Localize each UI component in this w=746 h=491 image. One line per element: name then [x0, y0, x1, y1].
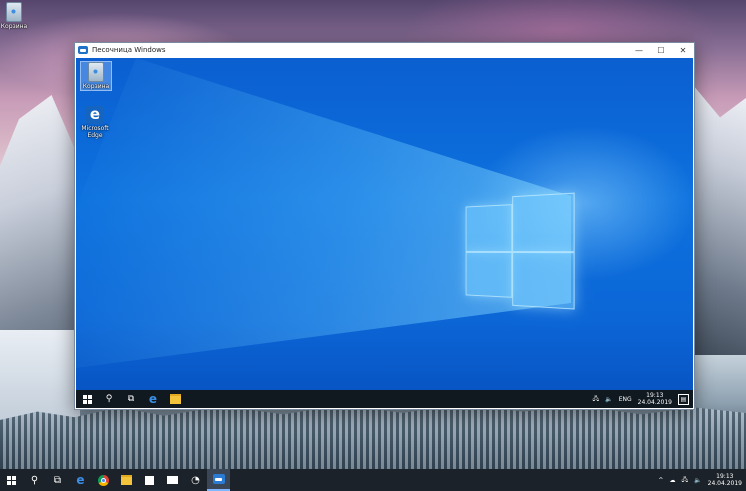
- start-button[interactable]: [0, 469, 23, 491]
- guest-icon-recycle-bin[interactable]: Корзина: [80, 61, 112, 91]
- wallpaper-snowfield: [0, 330, 80, 420]
- language-indicator[interactable]: ENG: [619, 396, 632, 403]
- folder-icon: [121, 475, 132, 485]
- windows-start-icon: [82, 394, 92, 404]
- sandbox-taskbar-button[interactable]: [207, 469, 230, 491]
- clock-time: 19:13: [716, 473, 734, 480]
- edge-taskbar-button[interactable]: e: [142, 390, 164, 408]
- guest-icon-label: Microsoft Edge: [81, 125, 109, 139]
- onedrive-cloud-icon[interactable]: ☁: [669, 477, 675, 484]
- network-icon[interactable]: 🖧: [593, 394, 600, 404]
- file-explorer-button[interactable]: [164, 390, 186, 408]
- edge-icon: e: [86, 106, 104, 124]
- chrome-icon: [98, 474, 109, 486]
- desktop-icon-recycle-bin[interactable]: Корзина: [0, 2, 28, 30]
- guest-clock[interactable]: 19:13 24.04.2019: [638, 392, 672, 406]
- file-explorer-button[interactable]: [115, 469, 138, 491]
- wallpaper-light-beam: [76, 58, 571, 368]
- sandbox-app-icon: [212, 474, 225, 484]
- mail-icon: [167, 476, 178, 484]
- host-taskbar: ⚲ ⧉ e ◔ ^ ☁ 🖧 🔈 19:13 24.04.2019: [0, 469, 746, 491]
- clock-date: 24.04.2019: [707, 480, 742, 487]
- edge-icon: e: [76, 473, 85, 487]
- window-titlebar[interactable]: Песочница Windows — ☐ ✕: [75, 43, 694, 57]
- guest-taskbar: ⚲ ⧉ e 🖧 🔈 ENG 19:13 24.04.2019 ▤: [76, 390, 693, 408]
- task-view-icon[interactable]: ⧉: [46, 469, 69, 491]
- desktop-icon-label: Корзина: [0, 23, 28, 30]
- mail-taskbar-button[interactable]: [161, 469, 184, 491]
- guest-icon-edge[interactable]: e Microsoft Edge: [80, 106, 110, 140]
- recycle-bin-icon: [6, 2, 22, 22]
- store-taskbar-button[interactable]: [138, 469, 161, 491]
- host-system-tray: ^ ☁ 🖧 🔈 19:13 24.04.2019: [658, 473, 746, 487]
- media-taskbar-button[interactable]: ◔: [184, 469, 207, 491]
- store-bag-icon: [145, 475, 154, 485]
- guest-desktop[interactable]: Корзина e Microsoft Edge ⚲ ⧉ e 🖧 🔈 ENG 1…: [76, 58, 693, 408]
- guest-icon-label: Корзина: [82, 83, 110, 90]
- folder-icon: [169, 394, 181, 404]
- windows-start-icon: [7, 475, 16, 485]
- search-icon[interactable]: ⚲: [98, 390, 120, 408]
- guest-system-tray: 🖧 🔈 ENG 19:13 24.04.2019 ▤: [593, 392, 693, 406]
- volume-icon[interactable]: 🔈: [605, 396, 612, 403]
- sandbox-window[interactable]: Песочница Windows — ☐ ✕ Корзина e Micros…: [74, 42, 695, 410]
- window-title: Песочница Windows: [92, 46, 166, 54]
- clock-time: 19:13: [646, 392, 664, 399]
- edge-taskbar-button[interactable]: e: [69, 469, 92, 491]
- start-button[interactable]: [76, 390, 98, 408]
- minimize-button[interactable]: —: [628, 43, 650, 57]
- edge-icon: e: [148, 392, 158, 406]
- maximize-button[interactable]: ☐: [650, 43, 672, 57]
- chevron-up-icon[interactable]: ^: [658, 477, 663, 484]
- task-view-icon[interactable]: ⧉: [120, 390, 142, 408]
- clock-date: 24.04.2019: [637, 399, 672, 406]
- close-button[interactable]: ✕: [672, 43, 694, 57]
- network-icon[interactable]: 🖧: [681, 475, 688, 485]
- windows-logo-wallpaper: [465, 192, 575, 310]
- search-icon[interactable]: ⚲: [23, 469, 46, 491]
- notifications-icon[interactable]: ▤: [678, 393, 689, 405]
- host-clock[interactable]: 19:13 24.04.2019: [708, 473, 742, 487]
- recycle-bin-icon: [88, 62, 104, 82]
- volume-icon[interactable]: 🔈: [694, 477, 701, 484]
- chrome-taskbar-button[interactable]: [92, 469, 115, 491]
- sandbox-app-icon: [78, 46, 88, 54]
